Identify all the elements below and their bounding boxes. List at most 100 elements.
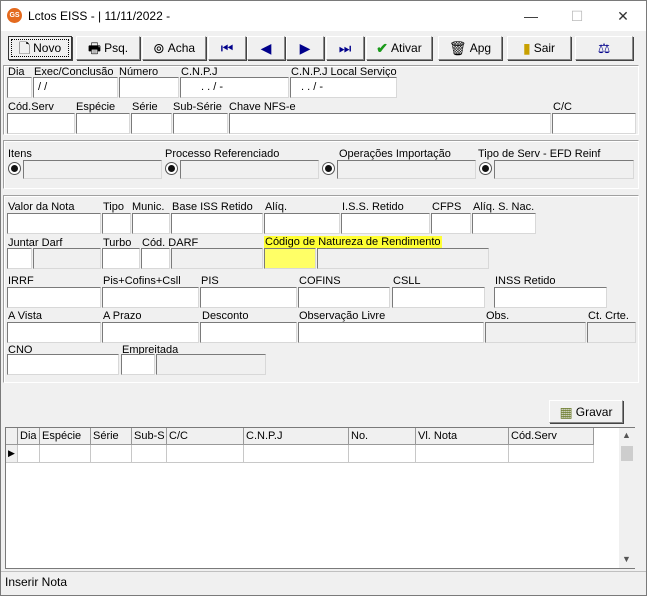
ct-crte-field bbox=[587, 322, 636, 343]
last-icon: ⏭ bbox=[338, 40, 352, 56]
cod-serv-field[interactable] bbox=[7, 113, 75, 134]
tipo-serv-field bbox=[494, 160, 634, 179]
gravar-button[interactable]: ▦ Gravar bbox=[549, 400, 623, 423]
grid-cell[interactable] bbox=[40, 445, 91, 463]
close-button[interactable]: ✕ bbox=[600, 1, 646, 31]
inss-retido-label: INSS Retido bbox=[495, 275, 556, 287]
status-text: Inserir Nota bbox=[5, 575, 68, 589]
inss-retido-field[interactable] bbox=[494, 287, 607, 308]
pis-cofins-csll-field[interactable] bbox=[102, 287, 199, 308]
ativar-button[interactable]: ✔ Ativar bbox=[366, 36, 432, 60]
status-bar: Inserir Nota bbox=[1, 571, 646, 595]
scroll-down-icon[interactable]: ▼ bbox=[622, 554, 631, 564]
aliq-snac-field[interactable] bbox=[472, 213, 536, 234]
numero-field[interactable] bbox=[119, 77, 179, 98]
grid-header-serie[interactable]: Série bbox=[91, 428, 132, 445]
sub-serie-field[interactable] bbox=[173, 113, 228, 134]
obs-livre-label: Observação Livre bbox=[299, 310, 386, 322]
notes-grid[interactable]: Dia Espécie Série Sub-S C/C C.N.P.J No. … bbox=[5, 427, 635, 569]
exit-door-icon: ▮ bbox=[522, 40, 531, 56]
balance-button[interactable]: ⚖ bbox=[575, 36, 633, 60]
grid-cell[interactable] bbox=[18, 445, 40, 463]
aliq-field[interactable] bbox=[264, 213, 340, 234]
a-vista-field[interactable] bbox=[7, 322, 101, 343]
csll-field[interactable] bbox=[392, 287, 485, 308]
pis-field[interactable] bbox=[200, 287, 297, 308]
scroll-thumb[interactable] bbox=[621, 446, 633, 461]
serie-field[interactable] bbox=[131, 113, 172, 134]
obs-livre-field[interactable] bbox=[298, 322, 484, 343]
grid-indicator-header bbox=[6, 428, 18, 445]
grid-cell[interactable] bbox=[416, 445, 509, 463]
a-prazo-field[interactable] bbox=[102, 322, 199, 343]
printer-icon: 🖶 bbox=[87, 40, 102, 56]
pesquisar-button[interactable]: 🖶 Psq. bbox=[76, 36, 140, 60]
grid-header-no[interactable]: No. bbox=[349, 428, 416, 445]
previous-record-button[interactable]: ◀ bbox=[247, 36, 285, 60]
next-icon: ▶ bbox=[299, 40, 311, 56]
grid-cell[interactable] bbox=[167, 445, 244, 463]
grid-header-cnpj[interactable]: C.N.P.J bbox=[244, 428, 349, 445]
processo-radio-icon[interactable] bbox=[165, 162, 178, 175]
turbo-field[interactable] bbox=[102, 248, 140, 269]
valor-nota-field[interactable] bbox=[7, 213, 101, 234]
grid-cell[interactable] bbox=[244, 445, 349, 463]
cod-natureza-field[interactable] bbox=[264, 248, 316, 269]
empreitada-field[interactable] bbox=[121, 354, 155, 375]
tipo-field[interactable] bbox=[102, 213, 131, 234]
obs-field bbox=[485, 322, 586, 343]
cnpj-local-field[interactable]: . . / - bbox=[290, 77, 397, 98]
scroll-up-icon[interactable]: ▲ bbox=[622, 430, 631, 440]
grid-cell[interactable] bbox=[91, 445, 132, 463]
cofins-field[interactable] bbox=[298, 287, 390, 308]
processo-field bbox=[180, 160, 319, 179]
cno-field[interactable] bbox=[7, 354, 119, 375]
cod-darf-desc-field bbox=[171, 248, 263, 269]
maximize-button[interactable]: ☐ bbox=[554, 1, 600, 31]
grid-cell[interactable] bbox=[349, 445, 416, 463]
aliq-snac-label: Alíq. S. Nac. bbox=[473, 201, 535, 213]
especie-field[interactable] bbox=[76, 113, 130, 134]
operacoes-radio-icon[interactable] bbox=[322, 162, 335, 175]
cod-natureza-label: Código de Natureza de Rendimento bbox=[264, 236, 442, 248]
chave-nfse-field[interactable] bbox=[229, 113, 551, 134]
grid-cell[interactable] bbox=[132, 445, 167, 463]
grid-header-cc[interactable]: C/C bbox=[167, 428, 244, 445]
apagar-button[interactable]: 🗑 Apg bbox=[438, 36, 502, 60]
itens-radio-icon[interactable] bbox=[8, 162, 21, 175]
grid-header-sub-serie[interactable]: Sub-S bbox=[132, 428, 167, 445]
binoculars-icon: ⊚ bbox=[152, 40, 165, 56]
minimize-button[interactable]: — bbox=[508, 1, 554, 31]
grid-header-especie[interactable]: Espécie bbox=[40, 428, 91, 445]
grid-header-vl-nota[interactable]: Vl. Nota bbox=[416, 428, 509, 445]
csll-label: CSLL bbox=[393, 275, 421, 287]
last-record-button[interactable]: ⏭ bbox=[326, 36, 364, 60]
acha-button[interactable]: ⊚ Acha bbox=[142, 36, 206, 60]
novo-button[interactable]: 🗋 Novo bbox=[8, 36, 72, 60]
iss-retido-field[interactable] bbox=[341, 213, 430, 234]
cc-field[interactable] bbox=[552, 113, 636, 134]
grid-vertical-scrollbar[interactable]: ▲ ▼ bbox=[619, 428, 635, 568]
cod-darf-field[interactable] bbox=[141, 248, 170, 269]
juntar-darf-field[interactable] bbox=[7, 248, 32, 269]
current-row-indicator-icon: ▶ bbox=[6, 445, 18, 463]
cc-label: C/C bbox=[553, 101, 572, 113]
cnpj-field[interactable]: . . / - bbox=[180, 77, 289, 98]
grid-header-cod-serv[interactable]: Cód.Serv bbox=[509, 428, 594, 445]
irrf-field[interactable] bbox=[7, 287, 101, 308]
munic-field[interactable] bbox=[132, 213, 170, 234]
exec-field[interactable]: / / bbox=[33, 77, 118, 98]
tipo-serv-radio-icon[interactable] bbox=[479, 162, 492, 175]
base-iss-field[interactable] bbox=[171, 213, 263, 234]
cofins-label: COFINS bbox=[299, 275, 341, 287]
first-record-button[interactable]: ⏮ bbox=[208, 36, 246, 60]
cfps-field[interactable] bbox=[431, 213, 471, 234]
grid-header-dia[interactable]: Dia bbox=[18, 428, 40, 445]
sair-button[interactable]: ▮ Sair bbox=[507, 36, 571, 60]
main-window: GS Lctos EISS - | 11/11/2022 - — ☐ ✕ 🗋 No… bbox=[0, 0, 647, 596]
iss-retido-label: I.S.S. Retido bbox=[342, 201, 404, 213]
dia-field[interactable] bbox=[7, 77, 32, 98]
grid-cell[interactable] bbox=[509, 445, 594, 463]
next-record-button[interactable]: ▶ bbox=[286, 36, 324, 60]
desconto-field[interactable] bbox=[200, 322, 297, 343]
